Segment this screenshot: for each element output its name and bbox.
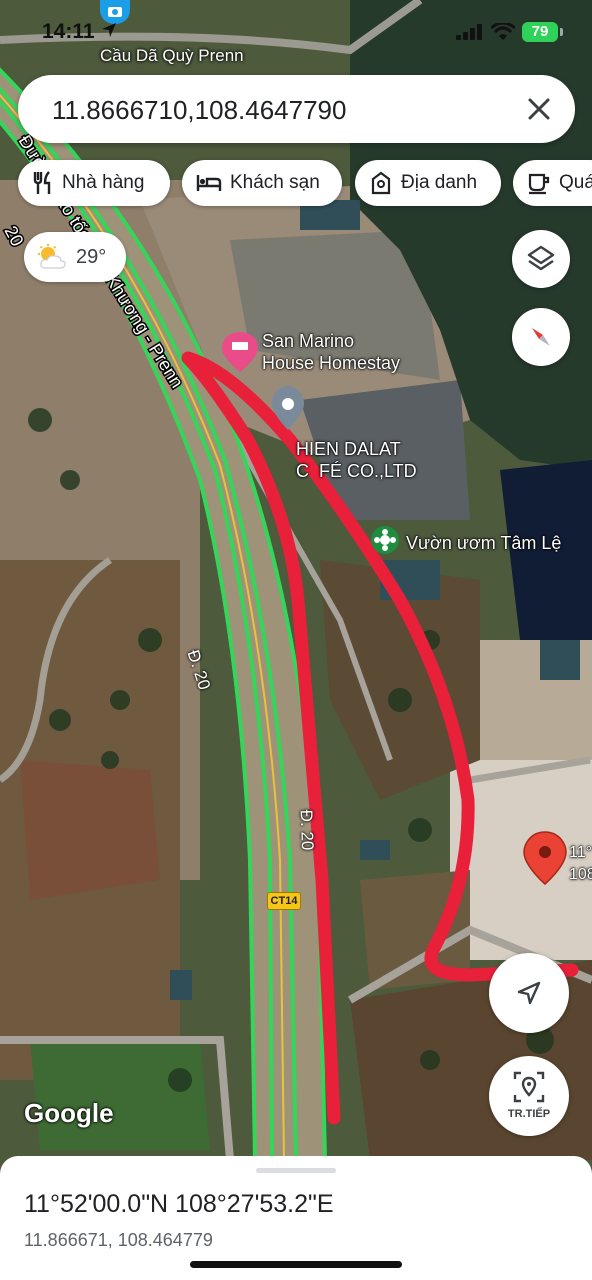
place-label-san-marino[interactable]: San Marino House Homestay bbox=[262, 330, 400, 374]
status-time: 14:11 bbox=[42, 20, 95, 43]
road-label-d20-b: Đ. 20 bbox=[296, 809, 318, 851]
compass-button[interactable] bbox=[512, 308, 570, 366]
chip-landmarks[interactable]: Địa danh bbox=[355, 160, 501, 206]
search-bar[interactable]: 11.8666710,108.4647790 bbox=[18, 75, 575, 143]
google-attribution: Google bbox=[24, 1098, 114, 1128]
chip-label: Quá bbox=[559, 172, 592, 193]
partly-sunny-icon bbox=[38, 244, 66, 269]
next-button-label: TR.TIẾP bbox=[507, 1108, 551, 1120]
coordinates-dms: 11°52'00.0"N 108°27'53.2"E bbox=[24, 1190, 334, 1218]
search-input[interactable]: 11.8666710,108.4647790 bbox=[52, 95, 346, 126]
weather-badge[interactable]: 29° bbox=[24, 232, 126, 282]
signal-icon bbox=[456, 24, 482, 40]
landmark-icon bbox=[371, 171, 391, 195]
scan-location-icon bbox=[513, 1071, 545, 1103]
status-bar: 14:11 79 bbox=[0, 0, 592, 62]
sheet-drag-handle[interactable] bbox=[256, 1168, 336, 1173]
location-arrow-icon bbox=[102, 23, 116, 37]
chip-label: Địa danh bbox=[401, 172, 478, 193]
chip-label: Nhà hàng bbox=[62, 172, 145, 193]
chip-restaurants[interactable]: Nhà hàng bbox=[18, 160, 170, 206]
coordinates-decimal: 11.866671, 108.464779 bbox=[24, 1230, 213, 1250]
ct14-shield: CT14 bbox=[267, 892, 301, 910]
compass-icon bbox=[532, 328, 550, 346]
navigation-arrow-icon bbox=[517, 981, 541, 1005]
chip-hotels[interactable]: Khách sạn bbox=[182, 160, 342, 206]
cafe-icon bbox=[528, 173, 550, 195]
wifi-icon bbox=[491, 23, 515, 40]
next-button[interactable]: TR.TIẾP bbox=[489, 1056, 569, 1136]
chip-label: Khách sạn bbox=[230, 172, 320, 193]
home-indicator[interactable] bbox=[190, 1261, 402, 1268]
battery-nub bbox=[560, 28, 563, 36]
pin-coordinates-label[interactable]: 11° 108 bbox=[569, 842, 592, 886]
nursery-marker-icon[interactable] bbox=[371, 526, 399, 554]
fork-knife-icon bbox=[33, 171, 51, 194]
place-label-thien-dalat[interactable]: HIEN DALAT C FÉ CO.,LTD bbox=[296, 438, 417, 482]
weather-temperature: 29° bbox=[76, 245, 107, 268]
my-location-button[interactable] bbox=[489, 953, 569, 1033]
layers-button[interactable] bbox=[512, 230, 570, 288]
place-label-cau-da-quy[interactable]: Cầu Dã Quỳ Prenn bbox=[100, 46, 244, 66]
place-label-vuon-uom[interactable]: Vườn ươm Tâm Lệ bbox=[406, 532, 561, 554]
close-icon[interactable] bbox=[519, 89, 559, 129]
bed-icon bbox=[196, 175, 222, 191]
battery-indicator: 79 bbox=[522, 22, 558, 42]
chip-cafes[interactable]: Quá bbox=[513, 160, 592, 206]
layers-icon bbox=[527, 245, 555, 271]
